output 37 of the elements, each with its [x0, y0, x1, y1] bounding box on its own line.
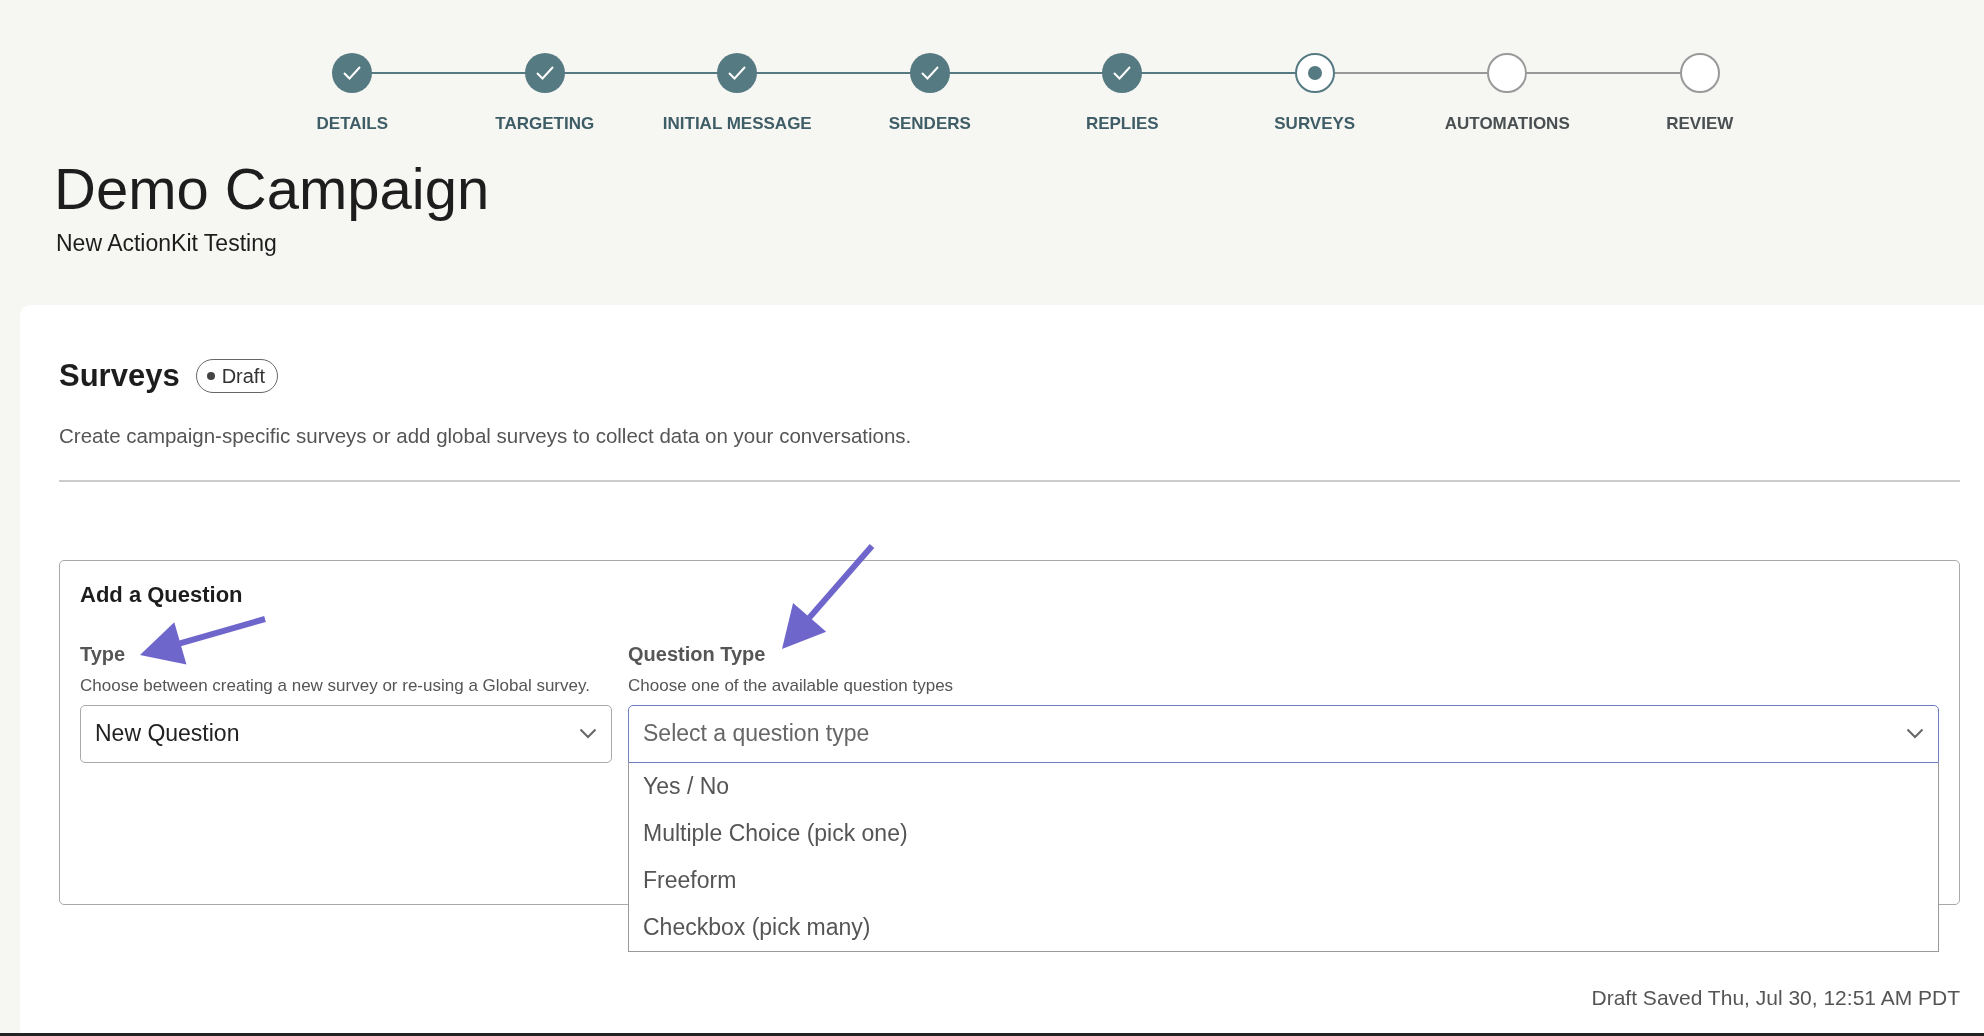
check-icon — [919, 65, 940, 81]
step-circle[interactable] — [1102, 53, 1143, 93]
step-label: SENDERS — [888, 113, 971, 135]
campaign-title: Demo Campaign — [54, 156, 491, 221]
step-label: DETAILS — [316, 113, 388, 135]
step-label: SURVEYS — [1274, 113, 1356, 135]
chevron-down-icon — [1906, 728, 1924, 740]
field-label: Question Type — [628, 642, 766, 668]
section-title: Surveys — [59, 356, 180, 395]
field-help: Choose one of the available question types — [628, 675, 955, 698]
check-icon — [727, 65, 748, 81]
panel-title: Add a Question — [80, 581, 244, 610]
dot-icon — [1307, 66, 1322, 80]
step-circle[interactable] — [1487, 53, 1528, 93]
dot-icon — [206, 372, 215, 381]
section-description: Create campaign-specific surveys or add global surveys to collect data on your conversations. — [59, 423, 913, 450]
step-label: REVIEW — [1666, 113, 1734, 135]
step-label: TARGETING — [495, 113, 595, 135]
step-circle[interactable] — [909, 53, 950, 93]
select-field[interactable]: New Question — [80, 704, 612, 763]
step-label: AUTOMATIONS — [1444, 113, 1570, 135]
check-icon — [1112, 65, 1133, 81]
select-field[interactable]: Select a question type — [628, 704, 1939, 763]
check-icon — [342, 65, 363, 81]
campaign-subtitle: New ActionKit Testing — [56, 229, 278, 259]
step-label: INITIAL MESSAGE — [662, 113, 812, 135]
field-help: Choose between creating a new survey or re-using a Global survey. — [80, 675, 591, 698]
step-circle[interactable] — [1679, 53, 1720, 93]
draft-saved-status: Draft Saved Thu, Jul 30, 12:51 AM PDT — [1590, 984, 1960, 1011]
field-label: Type — [80, 642, 126, 668]
chevron-down-icon — [579, 728, 597, 740]
step-circle[interactable] — [524, 53, 565, 93]
step-circle[interactable] — [717, 53, 758, 93]
step-circle[interactable] — [1294, 53, 1335, 93]
step-circle[interactable] — [332, 53, 373, 93]
step-label: REPLIES — [1085, 113, 1159, 135]
check-icon — [534, 65, 555, 81]
